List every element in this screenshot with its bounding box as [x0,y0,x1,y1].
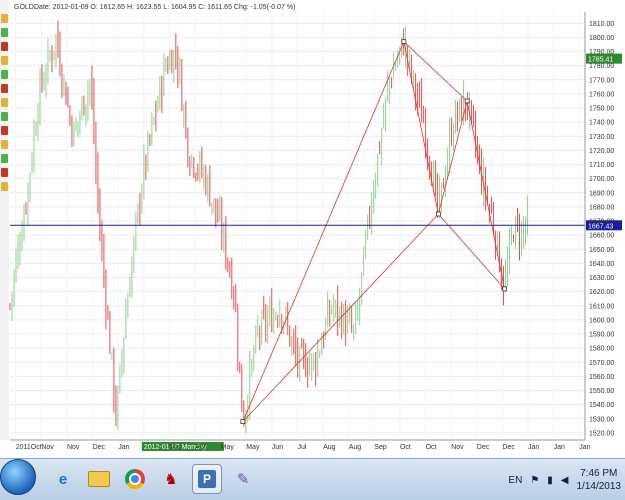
text-icon[interactable] [1,140,8,149]
pattern-handle[interactable] [240,419,246,425]
x-tick-label: Nov [67,444,80,451]
y-tick-label: 1800.00 [589,35,614,42]
x-tick-label: May [246,444,260,451]
x-tick-label: Nov [41,444,54,451]
vline-icon[interactable] [1,98,8,107]
y-tick-label: 1610.00 [589,303,614,310]
x-tick-label: 2011Oct [16,444,42,451]
channel-icon[interactable] [1,112,8,121]
trading-app-icon[interactable]: P [192,464,222,494]
y-tick-label: 1560.00 [589,374,614,381]
y-tick-label: 1600.00 [589,317,614,324]
drawing-toolbar [0,0,9,440]
x-tick-label: Dec [93,444,106,451]
clock-date: 1/14/2013 [576,481,622,492]
flag-icon[interactable]: ⚑ [530,475,539,486]
antivirus-icon[interactable]: ♞ [156,464,186,494]
hline-icon[interactable] [1,84,8,93]
taskbar: e ♞ P ✎ EN ⚑ ▮ ◀ 7:46 PM 1/14/2013 [0,458,625,500]
y-tick-label: 1780.00 [589,63,614,70]
start-button[interactable] [0,459,36,495]
y-tick-label: 1750.00 [589,106,614,113]
y-tick-label: 1530.00 [589,416,614,423]
chrome-icon[interactable] [120,464,150,494]
x-tick-label: Jan [118,444,129,451]
y-tick-label: 1590.00 [589,332,614,339]
zoom-out-icon[interactable] [1,56,8,65]
x-tick-label: Jul [298,444,307,451]
x-tick-label: Jan [528,444,539,451]
y-tick-label: 1620.00 [589,289,614,296]
y-tick-label: 1520.00 [589,430,614,437]
y-tick-label: 1700.00 [589,176,614,183]
y-tick-label: 1710.00 [589,162,614,169]
settings-icon[interactable] [1,182,8,191]
y-tick-label: 1790.00 [589,49,614,56]
x-tick-label: Jan [554,444,565,451]
arrow-icon[interactable] [1,154,8,163]
x-tick-label: Aug [349,444,362,451]
y-tick-label: 1640.00 [589,261,614,268]
y-tick-label: 1730.00 [589,134,614,141]
y-tick-label: 1740.00 [589,120,614,127]
x-tick-label: Sep [374,444,387,451]
y-tick-label: 1760.00 [589,91,614,98]
y-tick-label: 1570.00 [589,360,614,367]
price-chart[interactable]: GOLD Date: 2012-01-09 O: 1612.65 H: 1623… [0,0,625,458]
fib-icon[interactable] [1,126,8,135]
paint-icon[interactable]: ✎ [228,464,258,494]
y-tick-label: 1660.00 [589,233,614,240]
y-tick-label: 1670.00 [589,219,614,226]
x-tick-label: Jan [579,444,590,451]
x-tick-label: Dec [477,444,490,451]
language-indicator[interactable]: EN [508,475,522,486]
folder-icon[interactable] [84,464,114,494]
ie-icon[interactable]: e [48,464,78,494]
x-tick-label: Mar [169,444,182,451]
pattern-handle[interactable] [401,39,407,45]
y-tick-label: 1540.00 [589,402,614,409]
x-tick-label: Aug [323,444,336,451]
y-tick-label: 1580.00 [589,346,614,353]
network-icon[interactable]: ▮ [547,475,553,486]
y-tick-label: 1550.00 [589,388,614,395]
symbol-label: GOLD [14,4,34,11]
clock[interactable]: 7:46 PM 1/14/2013 [577,467,622,493]
x-tick-label: Jun [272,444,283,451]
y-tick-label: 1630.00 [589,275,614,282]
chart-area[interactable]: GOLD Date: 2012-01-09 O: 1612.65 H: 1623… [0,0,625,458]
x-tick-label: Dec [502,444,515,451]
y-tick-label: 1720.00 [589,148,614,155]
zoom-in-icon[interactable] [1,42,8,51]
y-tick-label: 1810.00 [589,21,614,28]
x-tick-label: Oct [426,444,437,451]
pattern-icon[interactable] [1,168,8,177]
trendline-icon[interactable] [1,70,8,79]
clock-time: 7:46 PM [580,468,618,479]
y-tick-label: 1650.00 [589,247,614,254]
pattern-handle[interactable] [435,211,441,217]
pattern-handle[interactable] [502,286,507,292]
ohlc-info: Date: 2012-01-09 O: 1612.65 H: 1623.55 L… [34,4,295,11]
pattern-handle[interactable] [464,98,470,104]
cursor-icon[interactable] [1,14,8,23]
y-tick-label: 1690.00 [589,190,614,197]
x-tick-label: Nov [451,444,464,451]
x-tick-label: Apr [195,444,207,451]
volume-icon[interactable]: ◀ [561,475,569,486]
y-tick-label: 1770.00 [589,77,614,84]
x-tick-label: May [221,444,235,451]
system-tray: EN ⚑ ▮ ◀ 7:46 PM 1/14/2013 [508,463,621,497]
y-tick-label: 1680.00 [589,204,614,211]
x-tick-label: Oct [400,444,411,451]
crosshair-icon[interactable] [1,28,8,37]
